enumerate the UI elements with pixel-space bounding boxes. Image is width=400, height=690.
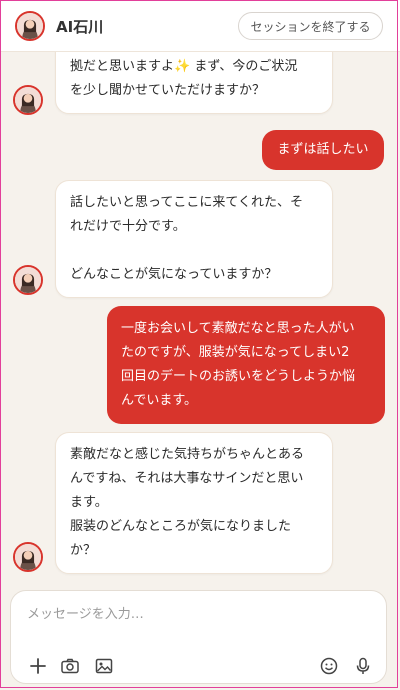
ai-avatar (13, 542, 43, 572)
message-composer: メッセージを入力… (10, 590, 387, 684)
end-session-button[interactable]: セッションを終了する (238, 12, 383, 40)
chat-title: AI石川 (56, 18, 104, 36)
microphone-icon[interactable] (352, 655, 374, 677)
ai-avatar (13, 265, 43, 295)
chat-header: AI石川 セッションを終了する (0, 0, 400, 52)
message-input[interactable]: メッセージを入力… (27, 603, 144, 622)
emoji-icon[interactable] (318, 655, 340, 677)
user-message: 一度お会いして素敵だなと思った人がい たのですが、服装が気になってしまい2 回目… (107, 306, 385, 424)
ai-avatar (15, 11, 45, 41)
user-message: まずは話したい (262, 130, 384, 170)
plus-icon[interactable] (27, 655, 49, 677)
ai-avatar (13, 85, 43, 115)
image-icon[interactable] (93, 655, 115, 677)
ai-message: 素敵だなと感じた気持ちがちゃんとある んですね、それは大事なサインだと思い ます… (55, 432, 333, 574)
ai-message: 拠だと思いますよ✨ まず、今のご状況 を少し聞かせていただけますか？ (55, 52, 333, 114)
ai-message: 話したいと思ってここに来てくれた、そ れだけで十分です。 どんなことが気になって… (55, 180, 333, 298)
camera-icon[interactable] (59, 655, 81, 677)
message-list: 拠だと思いますよ✨ まず、今のご状況 を少し聞かせていただけますか？ まずは話し… (0, 52, 400, 585)
